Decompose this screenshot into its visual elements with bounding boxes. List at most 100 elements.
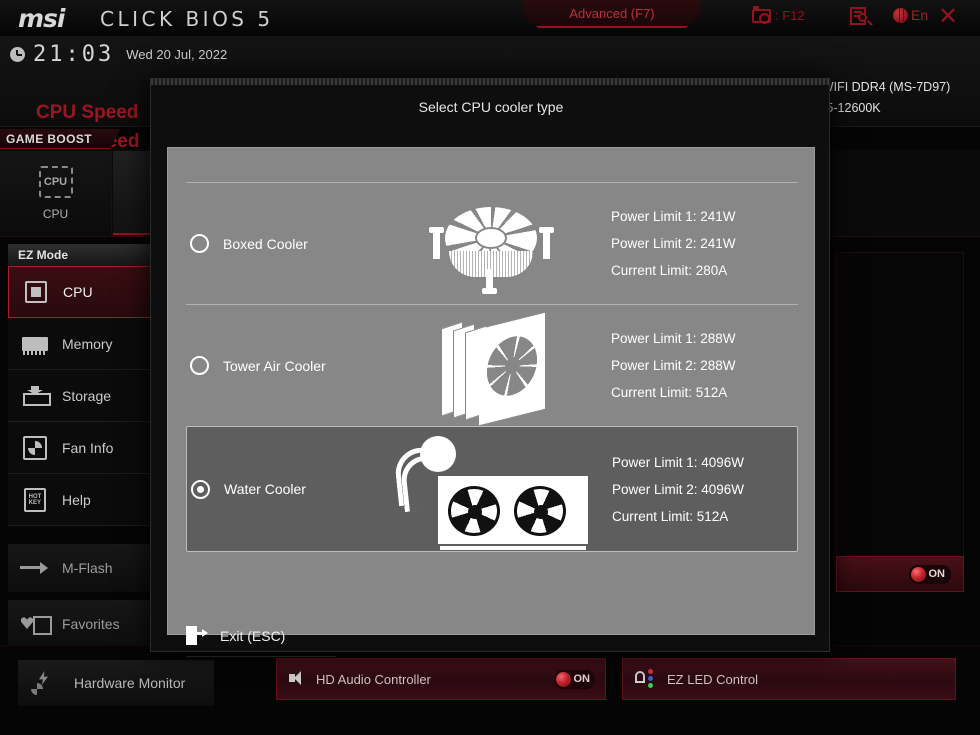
game-boost-tab: GAME BOOST [0, 129, 120, 149]
power-limit-2: Power Limit 2: 4096W [612, 481, 745, 497]
hardware-monitor-icon [28, 671, 62, 695]
clock: 21:03 Wed 20 Jul, 2022 [10, 42, 227, 67]
hd-audio-state: ON [573, 673, 591, 685]
advanced-mode-tab[interactable]: Advanced (F7) [524, 0, 700, 28]
sidebar-item-help-label: Help [62, 491, 91, 508]
right-toggle-pill[interactable]: ON [908, 564, 951, 584]
title-bar: msi CLICK BIOS 5 Advanced (F7) : F12 En … [0, 0, 980, 36]
clock-time: 21:03 [33, 42, 115, 67]
cooler-option-tower[interactable]: Tower Air Cooler Power Limit 1: 288W Pow… [186, 304, 798, 426]
power-limit-2: Power Limit 2: 241W [611, 236, 736, 251]
cooler-option-water-specs: Power Limit 1: 4096W Power Limit 2: 4096… [612, 455, 744, 524]
cpu-icon [19, 281, 53, 303]
dialog-footer: Exit (ESC) [186, 626, 466, 657]
hd-audio-toggle[interactable]: ON [553, 669, 595, 689]
storage-icon [18, 386, 52, 406]
current-limit: Current Limit: 280A [611, 263, 728, 278]
exit-underline [186, 656, 336, 657]
radio-boxed-cooler[interactable] [190, 234, 209, 253]
cooler-option-tower-specs: Power Limit 1: 288W Power Limit 2: 288W … [611, 331, 736, 400]
msi-logo: msi [18, 4, 65, 33]
ez-led-control-label: EZ LED Control [667, 671, 759, 687]
right-status-panel [836, 252, 964, 564]
fan-icon [18, 435, 52, 460]
right-feature-toggle[interactable]: ON [836, 556, 964, 592]
exit-button[interactable]: Exit (ESC) [186, 626, 466, 656]
globe-icon [893, 7, 908, 23]
game-boost-tile-cpu[interactable]: CPU CPU [0, 151, 112, 235]
tower-air-cooler-art [393, 311, 583, 425]
heart-folder-icon [18, 613, 52, 635]
close-icon[interactable]: ✕ [938, 4, 958, 28]
game-boost-tile-cpu-label: CPU [42, 206, 69, 221]
clock-date: Wed 20 Jul, 2022 [126, 47, 228, 62]
sidebar-item-favorites-label: Favorites [62, 616, 120, 632]
hotkey-icon: HOT KEY [18, 487, 52, 512]
search-icon[interactable] [850, 7, 872, 27]
power-limit-1: Power Limit 1: 241W [611, 209, 736, 224]
led-icon [635, 669, 657, 689]
radio-water-cooler[interactable] [191, 479, 210, 499]
ez-led-control-button[interactable]: EZ LED Control [622, 658, 956, 700]
hardware-monitor-label: Hardware Monitor [74, 675, 186, 691]
camera-icon [752, 5, 771, 24]
power-limit-1: Power Limit 1: 4096W [612, 454, 745, 470]
water-cooler-art [393, 434, 588, 550]
ez-mode-header: EZ Mode [8, 244, 160, 266]
current-limit: Current Limit: 512A [612, 508, 729, 524]
clock-icon [10, 47, 25, 62]
cooler-option-boxed-specs: Power Limit 1: 241W Power Limit 2: 241W … [611, 209, 736, 278]
sidebar-item-cpu-label: CPU [63, 284, 93, 300]
cpu-speed-label: CPU Speed [36, 102, 139, 123]
cpu-chip-icon: CPU [38, 165, 73, 198]
cooler-option-water-label: Water Cooler [224, 481, 306, 497]
memory-icon [18, 336, 52, 355]
sidebar-item-storage-label: Storage [62, 387, 112, 404]
cooler-option-water[interactable]: Water Cooler Power Limit 1: 4096W Power … [186, 426, 798, 552]
hd-audio-controller-label: HD Audio Controller [316, 671, 431, 687]
dialog-grip [151, 79, 831, 85]
sidebar-item-m-flash[interactable]: M-Flash [8, 544, 160, 592]
sidebar-item-favorites[interactable]: Favorites [8, 600, 160, 648]
sidebar-item-m-flash-label: M-Flash [62, 560, 113, 576]
cooler-option-tower-label: Tower Air Cooler [223, 357, 326, 374]
product-title: CLICK BIOS 5 [100, 7, 274, 31]
screenshot-hotkey[interactable]: : F12 [752, 5, 805, 24]
sidebar-item-storage[interactable]: Storage [8, 370, 160, 422]
language-selector[interactable]: En [893, 7, 928, 23]
right-toggle-state: ON [928, 568, 946, 580]
hardware-monitor-button[interactable]: Hardware Monitor [18, 660, 214, 706]
hd-audio-controller-button[interactable]: HD Audio Controller ON [276, 658, 606, 700]
cpu-cooler-dialog: Select CPU cooler type Boxed Cooler Powe… [150, 78, 831, 657]
sidebar-item-memory-label: Memory [62, 335, 113, 352]
advanced-mode-label: Advanced (F7) [569, 5, 655, 21]
toggle-knob-icon [555, 671, 571, 687]
usb-flash-icon [18, 556, 52, 580]
radio-tower-air-cooler[interactable] [190, 356, 209, 375]
exit-button-label: Exit (ESC) [220, 628, 286, 644]
sidebar-item-fan-info-label: Fan Info [62, 439, 114, 456]
current-limit: Current Limit: 512A [611, 385, 728, 400]
sidebar-item-help[interactable]: HOT KEY Help [8, 474, 160, 526]
speaker-icon [289, 671, 304, 687]
screenshot-hotkey-label: : F12 [775, 8, 805, 23]
sidebar-item-fan-info[interactable]: Fan Info [8, 422, 160, 474]
cooler-option-boxed-label: Boxed Cooler [223, 235, 308, 252]
sidebar-item-memory[interactable]: Memory [8, 318, 160, 370]
cooler-option-boxed[interactable]: Boxed Cooler Power Limit 1: 241W Power L… [186, 182, 798, 304]
toggle-knob-icon [910, 566, 926, 582]
boxed-cooler-art [393, 189, 583, 299]
dialog-title: Select CPU cooler type [418, 99, 564, 115]
power-limit-2: Power Limit 2: 288W [611, 358, 736, 373]
sidebar: EZ Mode CPU Memory Storage Fan Info HOT K… [8, 244, 160, 704]
power-limit-1: Power Limit 1: 288W [611, 331, 736, 346]
game-boost-label: GAME BOOST [6, 132, 93, 146]
bios-screen: msi CLICK BIOS 5 Advanced (F7) : F12 En … [0, 0, 980, 735]
cooler-option-list: Boxed Cooler Power Limit 1: 241W Power L… [186, 182, 798, 552]
exit-door-icon [186, 626, 208, 646]
language-label: En [911, 7, 929, 23]
ez-mode-label: EZ Mode [18, 248, 68, 262]
sidebar-item-cpu[interactable]: CPU [8, 266, 160, 318]
dialog-body: Boxed Cooler Power Limit 1: 241W Power L… [167, 147, 815, 657]
